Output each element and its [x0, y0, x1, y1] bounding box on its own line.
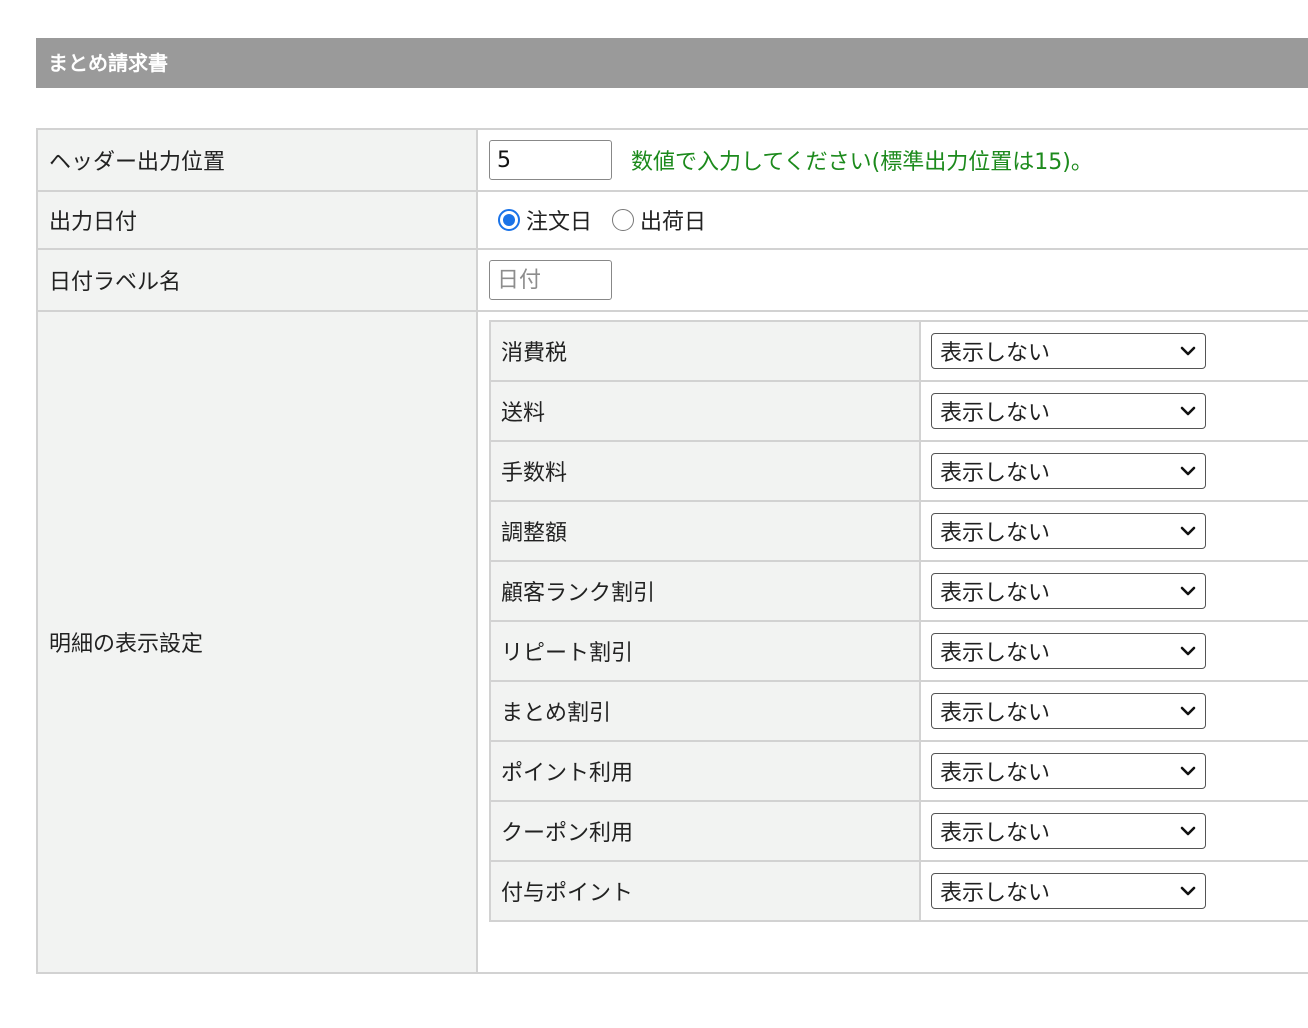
detail-item-row: 消費税 表示しない [489, 320, 1308, 382]
select-value: 表示しない [940, 581, 1051, 606]
output-date-row: 出力日付 注文日 出荷日 [36, 190, 1308, 250]
select-value: 表示しない [940, 401, 1051, 426]
chevron-down-icon [1180, 526, 1196, 536]
radio-order-date-label[interactable]: 注文日 [526, 204, 592, 236]
detail-item-row: 手数料 表示しない [489, 440, 1308, 502]
detail-item-select[interactable]: 表示しない [931, 453, 1206, 489]
detail-item-label: 付与ポイント [489, 860, 921, 922]
chevron-down-icon [1180, 886, 1196, 896]
detail-item-row: リピート割引 表示しない [489, 620, 1308, 682]
select-value: 表示しない [940, 461, 1051, 486]
header-position-hint: 数値で入力してください(標準出力位置は15)。 [631, 150, 1093, 175]
header-position-input[interactable] [489, 140, 612, 180]
date-label-name-input[interactable] [489, 260, 612, 300]
select-value: 表示しない [940, 701, 1051, 726]
chevron-down-icon [1180, 466, 1196, 476]
detail-item-select[interactable]: 表示しない [931, 873, 1206, 909]
detail-item-row: ポイント利用 表示しない [489, 740, 1308, 802]
detail-item-select[interactable]: 表示しない [931, 513, 1206, 549]
date-label-name-row: 日付ラベル名 [36, 248, 1308, 312]
detail-item-label: 顧客ランク割引 [489, 560, 921, 622]
chevron-down-icon [1180, 826, 1196, 836]
detail-item-row: 顧客ランク割引 表示しない [489, 560, 1308, 622]
detail-item-label: クーポン利用 [489, 800, 921, 862]
radio-order-date[interactable] [498, 209, 520, 231]
detail-item-row: まとめ割引 表示しない [489, 680, 1308, 742]
section-title: まとめ請求書 [36, 38, 1308, 88]
chevron-down-icon [1180, 646, 1196, 656]
detail-item-label: 調整額 [489, 500, 921, 562]
detail-item-select[interactable]: 表示しない [931, 693, 1206, 729]
chevron-down-icon [1180, 706, 1196, 716]
output-date-radio-group: 注文日 出荷日 [489, 204, 1308, 236]
detail-item-select[interactable]: 表示しない [931, 753, 1206, 789]
select-value: 表示しない [940, 521, 1051, 546]
chevron-down-icon [1180, 406, 1196, 416]
select-value: 表示しない [940, 881, 1051, 906]
settings-table: ヘッダー出力位置 数値で入力してください(標準出力位置は15)。 出力日付 注文… [36, 128, 1308, 974]
chevron-down-icon [1180, 586, 1196, 596]
chevron-down-icon [1180, 346, 1196, 356]
detail-item-select[interactable]: 表示しない [931, 333, 1206, 369]
select-value: 表示しない [940, 821, 1051, 846]
date-label-name-label: 日付ラベル名 [36, 248, 478, 312]
header-position-label: ヘッダー出力位置 [36, 128, 478, 192]
radio-ship-date[interactable] [612, 209, 635, 231]
detail-item-select[interactable]: 表示しない [931, 633, 1206, 669]
select-value: 表示しない [940, 341, 1051, 366]
detail-display-row: 明細の表示設定 消費税 表示しない 送料 表示しない 手数料 表示しない 調整額 表示しない顧… [36, 310, 1308, 974]
detail-item-select[interactable]: 表示しない [931, 393, 1206, 429]
chevron-down-icon [1180, 766, 1196, 776]
detail-item-label: まとめ割引 [489, 680, 921, 742]
detail-item-label: 送料 [489, 380, 921, 442]
output-date-label: 出力日付 [36, 190, 478, 250]
detail-item-label: リピート割引 [489, 620, 921, 682]
header-position-row: ヘッダー出力位置 数値で入力してください(標準出力位置は15)。 [36, 128, 1308, 192]
detail-display-label: 明細の表示設定 [36, 310, 478, 974]
detail-item-select[interactable]: 表示しない [931, 813, 1206, 849]
detail-item-select[interactable]: 表示しない [931, 573, 1206, 609]
select-value: 表示しない [940, 641, 1051, 666]
detail-item-row: 付与ポイント 表示しない [489, 860, 1308, 922]
detail-item-row: 調整額 表示しない [489, 500, 1308, 562]
detail-item-label: 消費税 [489, 320, 921, 382]
radio-ship-date-label[interactable]: 出荷日 [640, 204, 706, 236]
detail-item-row: クーポン利用 表示しない [489, 800, 1308, 862]
detail-item-label: ポイント利用 [489, 740, 921, 802]
detail-display-table: 消費税 表示しない 送料 表示しない 手数料 表示しない 調整額 表示しない 顧客ランク割引 表示… [489, 320, 1308, 922]
detail-item-row: 送料 表示しない [489, 380, 1308, 442]
detail-item-label: 手数料 [489, 440, 921, 502]
select-value: 表示しない [940, 761, 1051, 786]
